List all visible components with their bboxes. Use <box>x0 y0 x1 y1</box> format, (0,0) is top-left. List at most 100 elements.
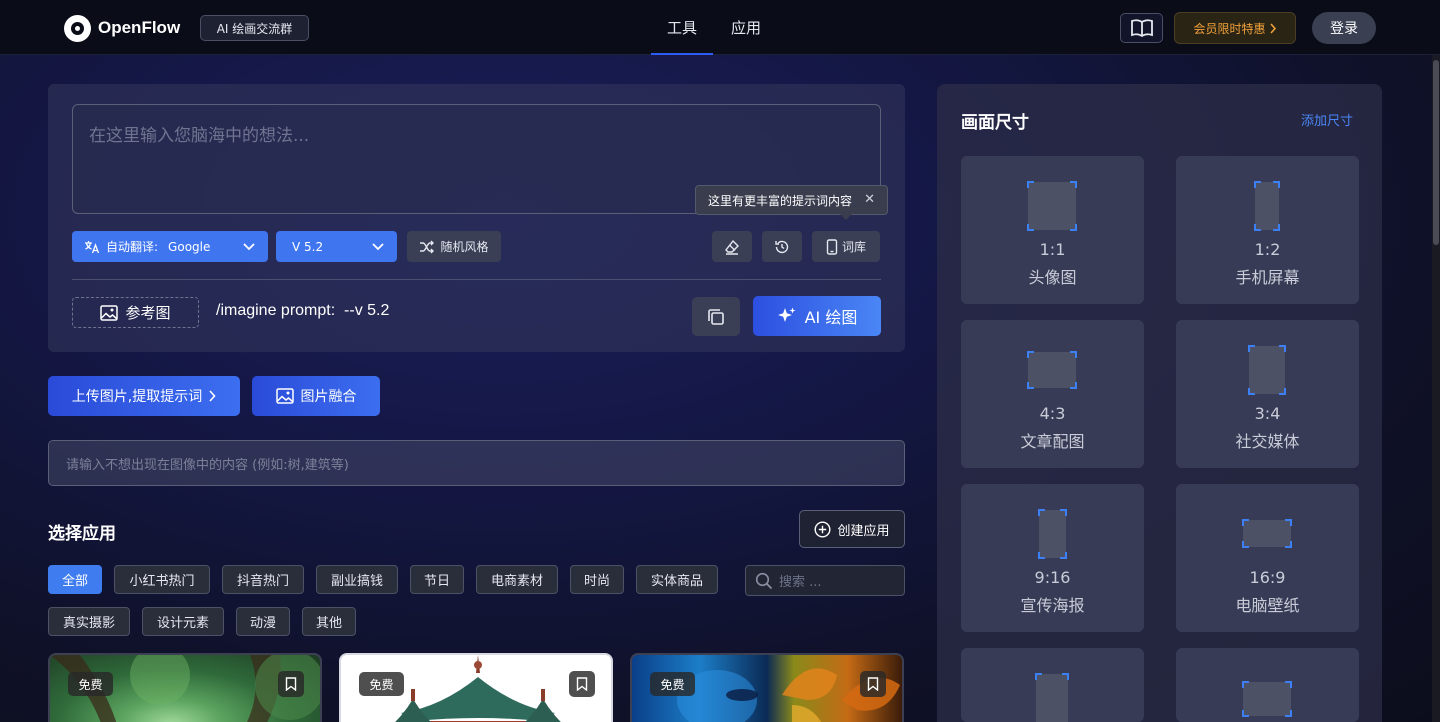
category-fashion[interactable]: 时尚 <box>570 565 624 594</box>
ratio-label: 头像图 <box>1028 268 1077 287</box>
phone-book-icon <box>826 238 838 255</box>
bookmark-button[interactable] <box>278 671 304 697</box>
bookmark-icon <box>285 677 297 691</box>
docs-button[interactable] <box>1120 13 1163 43</box>
size-option-more[interactable] <box>961 648 1144 722</box>
size-option-1-2[interactable]: 1:2 手机屏幕 <box>1176 156 1359 304</box>
category-design[interactable]: 设计元素 <box>142 607 224 636</box>
category-douyin[interactable]: 抖音热门 <box>222 565 304 594</box>
ratio-preview-shape <box>1242 681 1292 717</box>
ratio-preview-shape <box>1038 509 1067 559</box>
ratio-preview-shape <box>1254 181 1280 231</box>
history-icon <box>775 240 789 253</box>
book-icon <box>1130 19 1153 37</box>
ratio-text: 1:1 <box>1039 240 1066 259</box>
logo[interactable]: OpenFlow <box>64 14 180 42</box>
ratio-text: 4:3 <box>1039 404 1066 423</box>
reference-image-button[interactable]: 参考图 <box>72 297 199 328</box>
ai-draw-label: AI 绘图 <box>804 308 858 327</box>
size-option-3-4[interactable]: 3:4 社交媒体 <box>1176 320 1359 468</box>
ratio-preview-shape <box>1035 673 1069 722</box>
ratio-label: 宣传海报 <box>1020 596 1085 615</box>
free-badge: 免费 <box>68 672 113 696</box>
ratio-text: 9:16 <box>1034 568 1071 587</box>
eraser-icon <box>725 239 739 255</box>
app-card[interactable]: 免费 <box>339 653 613 722</box>
upload-extract-label: 上传图片,提取提示词 <box>71 389 203 405</box>
ai-draw-button[interactable]: AI 绘图 <box>753 296 881 336</box>
ratio-label: 手机屏幕 <box>1235 268 1300 287</box>
version-select[interactable]: V 5.2 <box>276 231 397 262</box>
openflow-logo-icon <box>64 14 91 42</box>
random-style-button[interactable]: 随机风格 <box>407 231 501 262</box>
size-option-16-9[interactable]: 16:9 电脑壁纸 <box>1176 484 1359 632</box>
create-app-button[interactable]: 创建应用 <box>799 510 905 548</box>
image-fusion-button[interactable]: 图片融合 <box>252 376 380 416</box>
chevron-down-icon <box>372 243 384 251</box>
app-search-input[interactable]: 搜索 ... <box>745 565 905 596</box>
translate-value: Google <box>168 239 211 254</box>
category-other[interactable]: 其他 <box>302 607 356 636</box>
ratio-text: 16:9 <box>1249 568 1286 587</box>
bookmark-icon <box>867 677 879 691</box>
ratio-text: 1:2 <box>1254 240 1281 259</box>
size-option-9-16[interactable]: 9:16 宣传海报 <box>961 484 1144 632</box>
category-photography[interactable]: 真实摄影 <box>48 607 130 636</box>
negative-prompt-input[interactable]: 请输入不想出现在图像中的内容 (例如:树,建筑等) <box>48 440 905 486</box>
scrollbar-thumb[interactable] <box>1433 60 1439 245</box>
upload-extract-button[interactable]: 上传图片,提取提示词 <box>48 376 240 416</box>
add-size-link[interactable]: 添加尺寸 <box>1301 110 1353 129</box>
category-all[interactable]: 全部 <box>48 565 102 594</box>
translate-icon <box>85 240 100 253</box>
create-app-label: 创建应用 <box>837 523 890 539</box>
tab-apps[interactable]: 应用 <box>731 17 761 38</box>
category-xiaohongshu[interactable]: 小红书热门 <box>114 565 210 594</box>
size-option-4-3[interactable]: 4:3 文章配图 <box>961 320 1144 468</box>
lexicon-button[interactable]: 词库 <box>812 231 880 262</box>
lexicon-tooltip: 这里有更丰富的提示词内容 ✕ <box>695 185 888 215</box>
ratio-label: 文章配图 <box>1020 432 1085 451</box>
app-card[interactable]: 免费 <box>630 653 904 722</box>
size-option-more[interactable] <box>1176 648 1359 722</box>
sparkle-icon <box>777 307 796 322</box>
search-icon <box>755 572 773 589</box>
category-ecommerce[interactable]: 电商素材 <box>476 565 558 594</box>
category-side-hustle[interactable]: 副业搞钱 <box>316 565 398 594</box>
free-badge: 免费 <box>650 672 695 696</box>
image-icon <box>275 388 294 404</box>
vip-label: 会员限时特惠 <box>1193 21 1266 36</box>
size-option-1-1[interactable]: 1:1 头像图 <box>961 156 1144 304</box>
ratio-preview-shape <box>1248 345 1286 395</box>
select-app-title: 选择应用 <box>48 524 116 544</box>
vip-offer-button[interactable]: 会员限时特惠 <box>1174 12 1296 44</box>
chevron-right-icon <box>209 390 216 402</box>
random-style-label: 随机风格 <box>440 240 489 254</box>
tab-tools[interactable]: 工具 <box>650 17 714 55</box>
chevron-down-icon <box>243 243 255 251</box>
category-anime[interactable]: 动漫 <box>236 607 290 636</box>
copy-button[interactable] <box>692 297 740 336</box>
app-card[interactable]: 免费 <box>48 653 322 722</box>
copy-icon <box>708 308 724 325</box>
search-placeholder: 搜索 ... <box>779 575 822 590</box>
canvas-size-title: 画面尺寸 <box>961 113 1029 133</box>
auto-translate-select[interactable]: 自动翻译: Google <box>72 231 268 262</box>
translate-label: 自动翻译: <box>106 240 159 254</box>
tooltip-text: 这里有更丰富的提示词内容 <box>708 193 853 208</box>
close-icon[interactable]: ✕ <box>864 192 875 207</box>
image-icon <box>100 304 119 321</box>
chevron-right-icon <box>1269 22 1276 34</box>
version-value: V 5.2 <box>292 239 324 254</box>
category-holiday[interactable]: 节日 <box>410 565 464 594</box>
bookmark-button[interactable] <box>860 671 886 697</box>
image-fusion-label: 图片融合 <box>300 389 357 405</box>
login-button[interactable]: 登录 <box>1312 12 1376 44</box>
history-button[interactable] <box>762 231 802 262</box>
category-products[interactable]: 实体商品 <box>636 565 718 594</box>
bookmark-button[interactable] <box>569 671 595 697</box>
ai-group-button[interactable]: AI 绘画交流群 <box>200 15 309 41</box>
plus-circle-icon <box>814 520 831 538</box>
bookmark-icon <box>576 677 588 691</box>
clear-button[interactable] <box>712 231 752 262</box>
logo-text: OpenFlow <box>98 18 181 37</box>
